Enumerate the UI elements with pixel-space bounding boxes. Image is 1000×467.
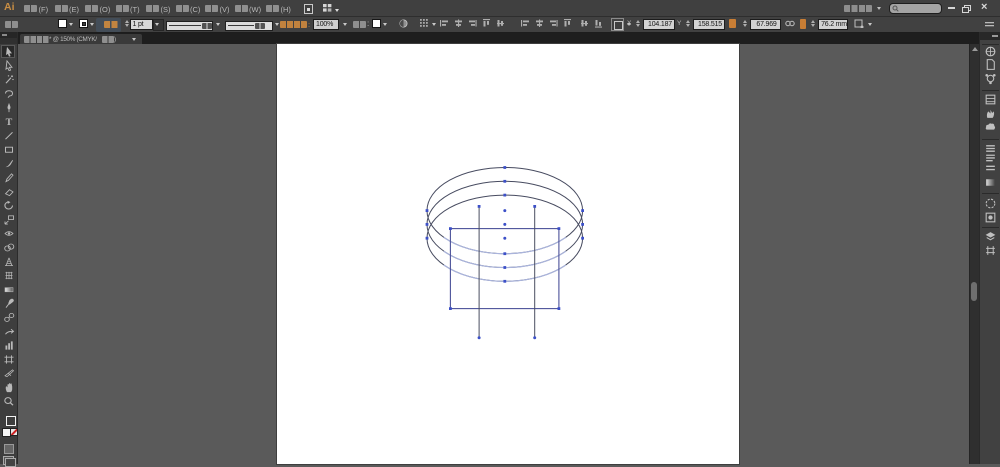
svg-text:T: T [5, 118, 12, 127]
